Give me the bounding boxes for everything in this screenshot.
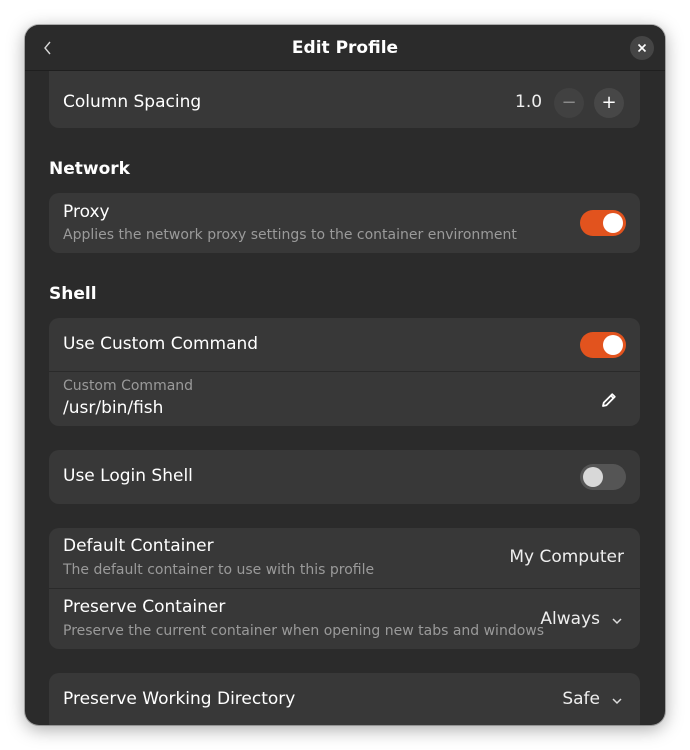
- network-card: Proxy Applies the network proxy settings…: [49, 193, 640, 253]
- preserve-working-directory-label: Preserve Working Directory: [63, 689, 296, 709]
- use-custom-command-label: Use Custom Command: [63, 334, 259, 354]
- default-container-row[interactable]: Default Container The default container …: [49, 528, 640, 588]
- custom-command-row[interactable]: Custom Command /usr/bin/fish: [49, 371, 640, 426]
- preserve-container-value[interactable]: Always: [540, 609, 600, 629]
- default-container-label: Default Container: [63, 536, 214, 556]
- use-custom-command-row[interactable]: Use Custom Command: [49, 318, 640, 371]
- shell-card: Use Custom Command Custom Command /usr/b…: [49, 318, 640, 426]
- preserve-container-label: Preserve Container: [63, 597, 226, 617]
- preserve-working-directory-row[interactable]: Preserve Working Directory Safe: [49, 673, 640, 725]
- pencil-icon[interactable]: [600, 391, 618, 409]
- login-shell-card: Use Login Shell: [49, 450, 640, 504]
- default-container-description: The default container to use with this p…: [63, 562, 375, 578]
- preserve-container-row[interactable]: Preserve Container Preserve the current …: [49, 588, 640, 649]
- use-custom-command-switch[interactable]: [580, 332, 626, 358]
- proxy-switch[interactable]: [580, 210, 626, 236]
- proxy-description: Applies the network proxy settings to th…: [63, 227, 517, 243]
- network-section-title: Network: [49, 159, 130, 179]
- preserve-container-description: Preserve the current container when open…: [63, 623, 545, 639]
- header-bar: Edit Profile: [25, 25, 665, 71]
- working-directory-card: Preserve Working Directory Safe: [49, 673, 640, 725]
- switch-knob: [583, 467, 603, 487]
- increment-button[interactable]: +: [594, 88, 624, 118]
- use-login-shell-label: Use Login Shell: [63, 466, 193, 486]
- use-login-shell-switch[interactable]: [580, 464, 626, 490]
- preserve-working-directory-value[interactable]: Safe: [562, 689, 600, 709]
- chevron-down-icon[interactable]: [611, 615, 623, 627]
- minus-icon: −: [561, 92, 577, 113]
- decrement-button[interactable]: −: [554, 88, 584, 118]
- custom-command-caption: Custom Command: [63, 378, 194, 394]
- plus-icon: +: [601, 92, 617, 113]
- column-spacing-label: Column Spacing: [63, 92, 202, 112]
- page-title: Edit Profile: [291, 38, 399, 58]
- close-icon: [637, 43, 647, 53]
- switch-knob: [603, 213, 623, 233]
- default-container-value[interactable]: My Computer: [509, 547, 624, 567]
- settings-scroll-area[interactable]: Column Spacing 1.0 − + Network Proxy App…: [25, 25, 665, 725]
- container-card: Default Container The default container …: [49, 528, 640, 649]
- column-spacing-value: 1.0: [515, 92, 543, 112]
- chevron-down-icon[interactable]: [611, 695, 623, 707]
- custom-command-value[interactable]: /usr/bin/fish: [63, 398, 163, 418]
- proxy-label: Proxy: [63, 202, 110, 222]
- shell-section-title: Shell: [49, 284, 97, 304]
- switch-knob: [603, 335, 623, 355]
- proxy-row[interactable]: Proxy Applies the network proxy settings…: [49, 193, 640, 253]
- close-button[interactable]: [630, 36, 654, 60]
- edit-profile-dialog: Column Spacing 1.0 − + Network Proxy App…: [25, 25, 665, 725]
- use-login-shell-row[interactable]: Use Login Shell: [49, 450, 640, 504]
